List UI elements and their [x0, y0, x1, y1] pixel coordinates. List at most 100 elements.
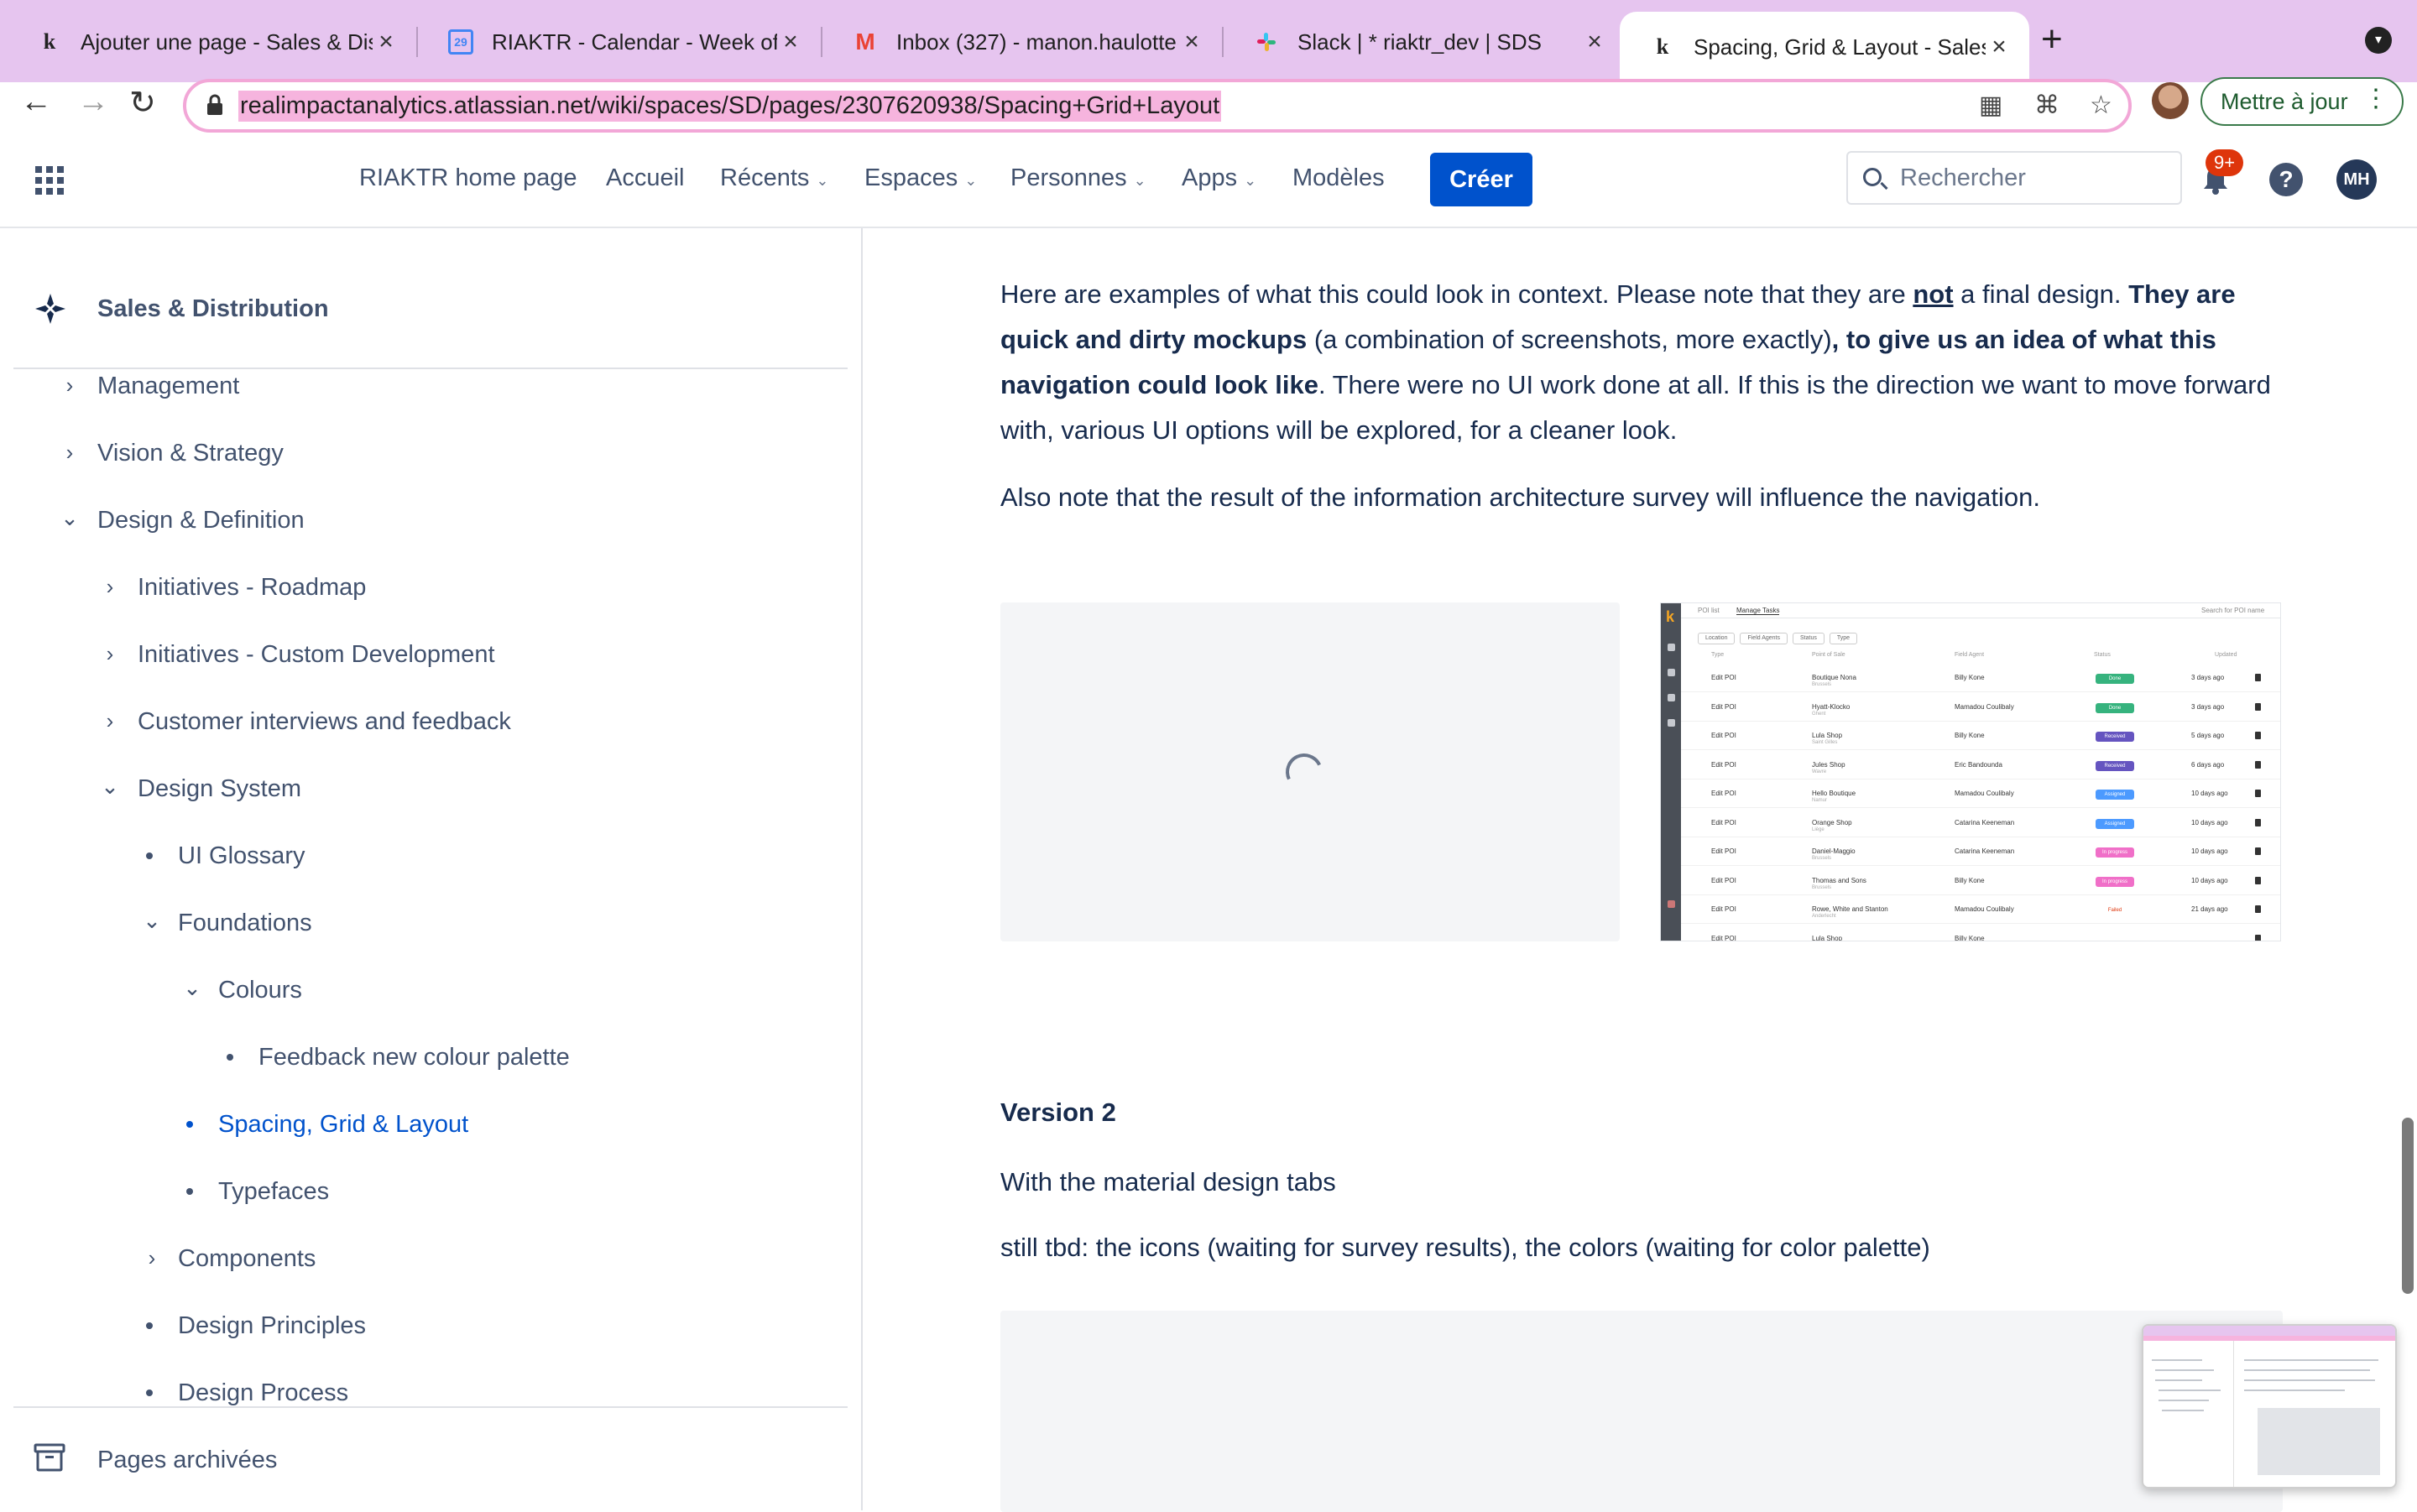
image-placeholder[interactable]: [1000, 602, 1620, 941]
mockup-tab: Manage Tasks: [1736, 607, 1780, 615]
mockup-screenshot[interactable]: k POI list Manage Tasks Search for POI n…: [1660, 602, 2281, 941]
browser-tab[interactable]: 29 RIAKTR - Calendar - Week of J ×: [418, 12, 821, 72]
url-bar[interactable]: realimpactanalytics.atlassian.net/wiki/s…: [183, 79, 2132, 133]
scrollbar[interactable]: [2402, 1118, 2414, 1294]
chevron-down-icon: ⌄: [816, 172, 829, 189]
forward-icon[interactable]: →: [77, 84, 109, 120]
nav-apps[interactable]: Apps ⌄: [1182, 164, 1256, 192]
translate-icon[interactable]: ⌘: [2034, 91, 2059, 120]
chevron-down-icon[interactable]: ⌄: [57, 505, 82, 531]
tree-item-spacing-grid-layout[interactable]: Spacing, Grid & Layout: [218, 1111, 468, 1139]
browser-tab[interactable]: M Inbox (327) - manon.haulotte@ ×: [822, 12, 1222, 72]
chevron-right-icon[interactable]: ›: [97, 708, 123, 734]
filter-chip: Field Agents: [1740, 633, 1788, 644]
nav-accueil[interactable]: Accueil: [606, 164, 685, 192]
browser-tab[interactable]: Slack | * riaktr_dev | SDS ×: [1224, 12, 1625, 72]
tree-item-design-process[interactable]: Design Process: [178, 1379, 348, 1407]
close-tab-icon[interactable]: ×: [373, 28, 399, 56]
row-city: Anderlecht: [1812, 914, 1836, 919]
row-updated: 6 days ago: [2191, 760, 2225, 769]
close-tab-icon[interactable]: ×: [1986, 33, 2012, 61]
browser-tab[interactable]: k Ajouter une page - Sales & Dis ×: [7, 12, 416, 72]
profile-avatar[interactable]: [2152, 82, 2189, 119]
user-avatar[interactable]: MH: [2336, 159, 2377, 200]
tree-item-feedback-colour-palette[interactable]: Feedback new colour palette: [258, 1044, 570, 1071]
tree-item-typefaces[interactable]: Typefaces: [218, 1178, 329, 1206]
thumb-line: [2162, 1410, 2204, 1411]
row-point-of-sale: Boutique Nona: [1812, 674, 1856, 681]
nav-personnes[interactable]: Personnes ⌄: [1010, 164, 1146, 192]
new-tab-button[interactable]: +: [2041, 18, 2063, 60]
tree-item-design-system[interactable]: Design System: [138, 775, 301, 803]
tree-item-components[interactable]: Components: [178, 1245, 316, 1273]
close-tab-icon[interactable]: ×: [777, 28, 804, 56]
chevron-down-icon[interactable]: ⌄: [139, 908, 164, 934]
chevron-right-icon[interactable]: ›: [57, 373, 82, 399]
archived-pages-link[interactable]: Pages archivées: [97, 1447, 277, 1474]
address-toolbar: ← → ↻ realimpactanalytics.atlassian.net/…: [0, 77, 2417, 134]
qr-code-icon[interactable]: ▦: [1979, 91, 2002, 120]
update-chrome-button[interactable]: Mettre à jour ⋮: [2200, 77, 2404, 126]
chevron-right-icon[interactable]: ›: [57, 440, 82, 466]
search-input[interactable]: Rechercher: [1846, 151, 2182, 205]
tree-item-design-principles[interactable]: Design Principles: [178, 1312, 366, 1340]
create-button[interactable]: Créer: [1430, 153, 1532, 206]
tree-item-vision-strategy[interactable]: Vision & Strategy: [97, 440, 284, 467]
row-field-agent: Billy Kone: [1955, 732, 1985, 739]
nav-modeles[interactable]: Modèles: [1292, 164, 1385, 192]
browser-tab-active[interactable]: k Spacing, Grid & Layout - Sales ×: [1620, 12, 2029, 82]
bookmark-star-icon[interactable]: ☆: [2090, 91, 2112, 120]
chevron-down-icon[interactable]: ⌄: [97, 774, 123, 800]
close-tab-icon[interactable]: ×: [1178, 28, 1205, 56]
column-header: Point of Sale: [1812, 652, 1845, 658]
chevron-right-icon[interactable]: ›: [97, 574, 123, 600]
tree-item-customer-interviews[interactable]: Customer interviews and feedback: [138, 708, 511, 736]
close-tab-icon[interactable]: ×: [1581, 28, 1608, 56]
tree-item-initiatives-roadmap[interactable]: Initiatives - Roadmap: [138, 574, 366, 602]
nav-label: Accueil: [606, 164, 685, 191]
row-field-agent: Billy Kone: [1955, 674, 1985, 681]
row-updated: 5 days ago: [2191, 732, 2225, 739]
intro-paragraph: Here are examples of what this could loo…: [1000, 272, 2293, 453]
back-icon[interactable]: ←: [20, 84, 52, 120]
tree-item-design-definition[interactable]: Design & Definition: [97, 507, 305, 534]
tree-item-colours[interactable]: Colours: [218, 977, 302, 1004]
app-switcher-icon[interactable]: [35, 166, 64, 195]
row-point-of-sale: Hyatt-Klocko: [1812, 702, 1851, 711]
nav-label: Apps: [1182, 164, 1238, 191]
mockup-filters: Location Field Agents Status Type: [1698, 628, 1862, 644]
row-city: Brussels: [1812, 682, 1832, 687]
tree-item-ui-glossary[interactable]: UI Glossary: [178, 842, 305, 870]
bullet-icon: [146, 1389, 153, 1396]
chevron-down-icon[interactable]: ⌄: [180, 975, 205, 1001]
browser-tab-bar: k Ajouter une page - Sales & Dis × 29 RI…: [0, 0, 2417, 82]
row-updated: 10 days ago: [2191, 847, 2228, 855]
row-type: Edit POI: [1711, 702, 1736, 711]
help-icon[interactable]: ?: [2269, 163, 2303, 196]
tab-search-icon[interactable]: ▾: [2365, 27, 2392, 54]
tree-item-initiatives-custom-development[interactable]: Initiatives - Custom Development: [138, 641, 495, 669]
k-logo-icon: k: [1656, 34, 1669, 59]
nav-label: Personnes: [1010, 164, 1127, 191]
tree-item-foundations[interactable]: Foundations: [178, 910, 312, 937]
tree-item-management[interactable]: Management: [97, 373, 239, 400]
space-name[interactable]: Sales & Distribution: [97, 295, 329, 323]
nav-recents[interactable]: Récents ⌄: [720, 164, 828, 192]
more-vertical-icon[interactable]: ⋮: [2363, 84, 2388, 113]
url-text[interactable]: realimpactanalytics.atlassian.net/wiki/s…: [238, 91, 1222, 122]
thumb-line: [2244, 1379, 2375, 1381]
tab-preview-thumbnail[interactable]: [2142, 1324, 2397, 1489]
chevron-right-icon[interactable]: ›: [139, 1245, 164, 1271]
lock-icon[interactable]: [206, 94, 223, 116]
chevron-right-icon[interactable]: ›: [97, 641, 123, 667]
nav-home-page[interactable]: RIAKTR home page: [359, 164, 577, 192]
bullet-icon: [186, 1121, 193, 1128]
column-header: Updated: [2215, 652, 2237, 658]
nav-espaces[interactable]: Espaces ⌄: [864, 164, 977, 192]
row-type: Edit POI: [1711, 847, 1736, 855]
status-badge: Received: [2096, 760, 2134, 771]
image-placeholder[interactable]: [1000, 1311, 2283, 1512]
reload-icon[interactable]: ↻: [129, 84, 156, 122]
row-point-of-sale: Hello Boutique: [1812, 790, 1856, 797]
mockup-table-row: Edit POI Rowe, White and Stanton Anderlech…: [1681, 895, 2280, 924]
